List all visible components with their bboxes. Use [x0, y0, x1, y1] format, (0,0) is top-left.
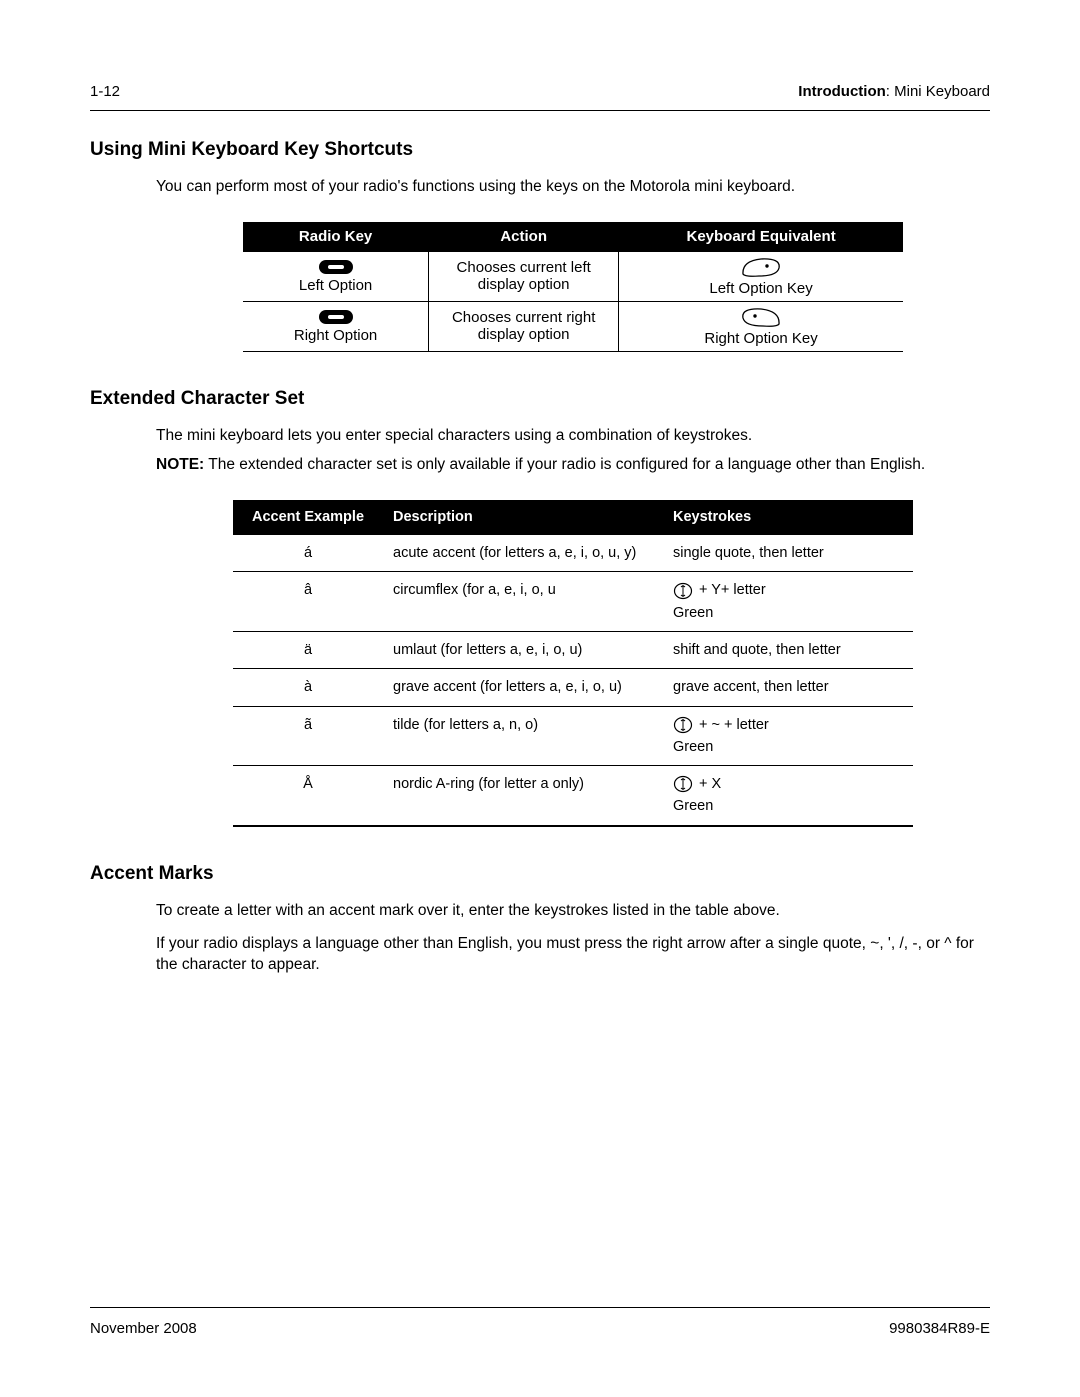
th-accent-ex: Accent Example	[233, 500, 383, 535]
page-footer: November 2008 9980384R89-E	[90, 1307, 990, 1337]
table-row: Ånordic A-ring (for letter a only) + X Gr…	[233, 766, 913, 826]
accent-keystrokes: grave accent, then letter	[663, 669, 913, 706]
accent-keystrokes: single quote, then letter	[663, 535, 913, 572]
accent-keystrokes: + X Green	[663, 766, 913, 826]
ks-text: + ~ + letter	[695, 717, 769, 733]
accentmarks-heading: Accent Marks	[90, 863, 990, 885]
accent-keystrokes: shift and quote, then letter	[663, 631, 913, 668]
accent-example: ä	[233, 631, 383, 668]
table-row: ãtilde (for letters a, n, o) + ~ + lette…	[233, 706, 913, 766]
accentmarks-p2: If your radio displays a language other …	[156, 934, 990, 976]
accent-keystrokes: + ~ + letter Green	[663, 706, 913, 766]
action-text: Chooses current right display option	[429, 301, 619, 351]
accent-desc: umlaut (for letters a, e, i, o, u)	[383, 631, 663, 668]
page-header: 1-12 Introduction: Mini Keyboard	[90, 83, 990, 100]
ks-text: single quote, then letter	[673, 545, 824, 561]
left-key-icon	[739, 256, 783, 278]
ks-green: Green	[673, 796, 903, 816]
key-label: Right Option Key	[704, 330, 817, 347]
button-icon	[316, 259, 356, 275]
accent-example: à	[233, 669, 383, 706]
accentmarks-p1: To create a letter with an accent mark o…	[156, 901, 990, 922]
accent-desc: nordic A-ring (for letter a only)	[383, 766, 663, 826]
accent-example: á	[233, 535, 383, 572]
right-key-icon	[739, 306, 783, 328]
action-text: Chooses current left display option	[429, 251, 619, 301]
th-radio-key: Radio Key	[243, 222, 429, 252]
radiokey-label: Left Option	[299, 277, 372, 294]
key-label: Left Option Key	[709, 280, 812, 297]
th-keystrokes: Keystrokes	[663, 500, 913, 535]
th-action: Action	[429, 222, 619, 252]
header-section: : Mini Keyboard	[886, 83, 990, 100]
footer-rule	[90, 1307, 990, 1308]
footer-date: November 2008	[90, 1320, 197, 1337]
table-row: äumlaut (for letters a, e, i, o, u) shift…	[233, 631, 913, 668]
button-icon	[316, 309, 356, 325]
table-row: áacute accent (for letters a, e, i, o, u…	[233, 535, 913, 572]
table-row: àgrave accent (for letters a, e, i, o, u…	[233, 669, 913, 706]
accent-example: â	[233, 572, 383, 632]
table-row: Right Option Chooses current right displ…	[243, 301, 903, 351]
ks-text: grave accent, then letter	[673, 679, 829, 695]
ks-green: Green	[673, 737, 903, 757]
header-chapter: Introduction	[798, 83, 885, 100]
ks-text: + X	[695, 776, 721, 792]
footer-docnum: 9980384R89-E	[889, 1320, 990, 1337]
note-label: NOTE:	[156, 456, 204, 473]
radiokey-label: Right Option	[294, 327, 377, 344]
page-number: 1-12	[90, 83, 120, 100]
green-key-icon	[673, 716, 693, 734]
accent-desc: tilde (for letters a, n, o)	[383, 706, 663, 766]
shortcuts-table: Radio Key Action Keyboard Equivalent Lef…	[243, 222, 903, 352]
table-row: Left Option Chooses current left display…	[243, 251, 903, 301]
header-rule	[90, 110, 990, 111]
header-title: Introduction: Mini Keyboard	[798, 83, 990, 100]
accent-desc: acute accent (for letters a, e, i, o, u,…	[383, 535, 663, 572]
ks-text: + Y+ letter	[695, 582, 766, 598]
green-key-icon	[673, 582, 693, 600]
accent-table: Accent Example Description Keystrokes áa…	[233, 500, 913, 827]
ext-heading: Extended Character Set	[90, 388, 990, 410]
ks-text: shift and quote, then letter	[673, 642, 841, 658]
ext-intro: The mini keyboard lets you enter special…	[156, 426, 990, 447]
note: NOTE: The extended character set is only…	[156, 455, 990, 476]
accent-example: Å	[233, 766, 383, 826]
th-kbd-equiv: Keyboard Equivalent	[619, 222, 903, 252]
accent-desc: grave accent (for letters a, e, i, o, u)	[383, 669, 663, 706]
table-row: âcircumflex (for a, e, i, o, u + Y+ lett…	[233, 572, 913, 632]
shortcuts-intro: You can perform most of your radio's fun…	[156, 177, 990, 198]
accent-example: ã	[233, 706, 383, 766]
th-desc: Description	[383, 500, 663, 535]
ks-green: Green	[673, 603, 903, 623]
green-key-icon	[673, 775, 693, 793]
note-body: The extended character set is only avail…	[208, 456, 925, 473]
accent-keystrokes: + Y+ letter Green	[663, 572, 913, 632]
accent-desc: circumflex (for a, e, i, o, u	[383, 572, 663, 632]
shortcuts-heading: Using Mini Keyboard Key Shortcuts	[90, 139, 990, 161]
